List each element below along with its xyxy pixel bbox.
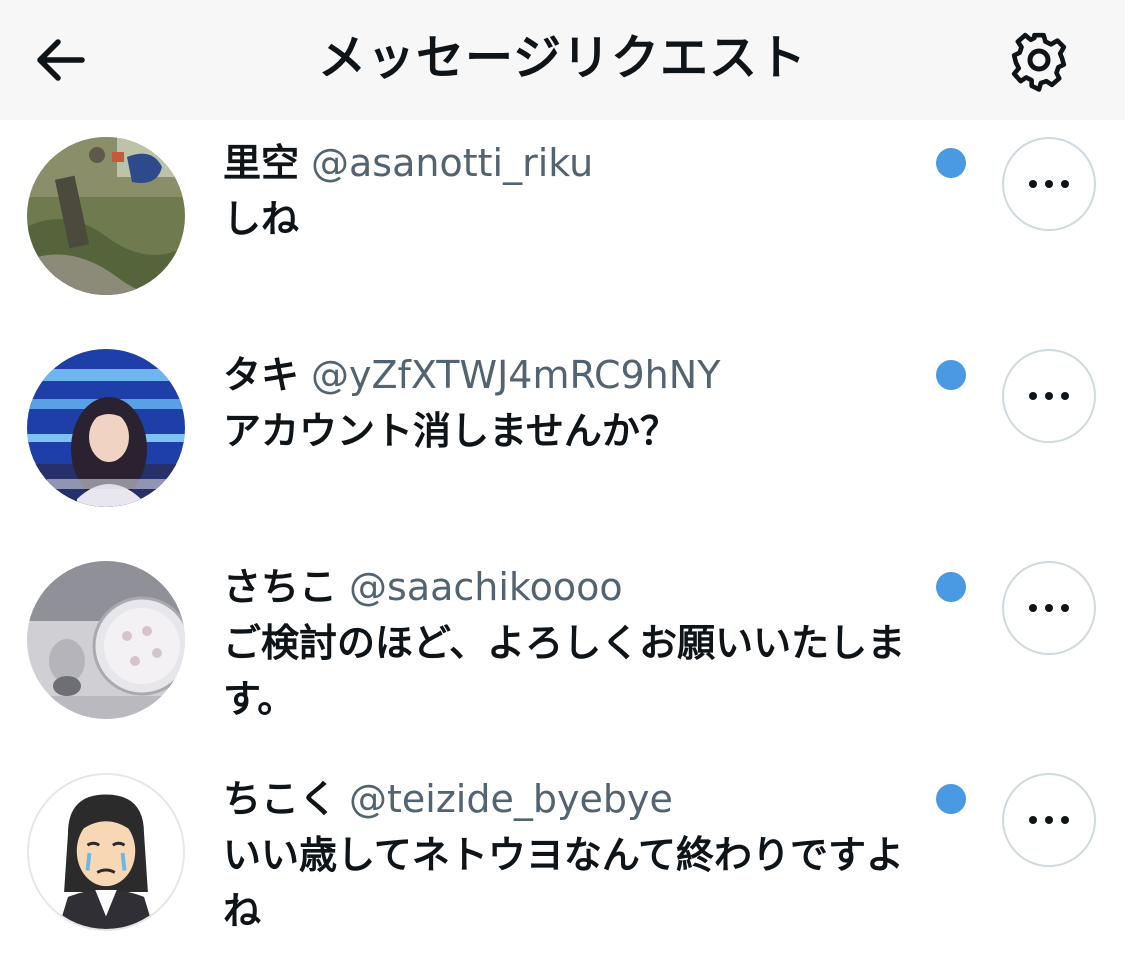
- more-options-button[interactable]: [1002, 773, 1096, 867]
- unread-dot: [936, 360, 966, 390]
- dot-icon: [1045, 816, 1053, 824]
- dot-icon: [1061, 816, 1069, 824]
- avatar[interactable]: [27, 773, 185, 931]
- avatar[interactable]: [27, 561, 185, 719]
- unread-dot: [936, 784, 966, 814]
- dot-icon: [1029, 816, 1037, 824]
- sender-line: 里空 @asanotti_riku: [223, 138, 593, 188]
- more-options-button[interactable]: [1002, 561, 1096, 655]
- dot-icon: [1061, 180, 1069, 188]
- message-preview: ご検討のほど、よろしくお願いいたします。: [223, 621, 906, 721]
- message-preview: しね: [223, 197, 300, 241]
- dot-icon: [1045, 604, 1053, 612]
- more-options-button[interactable]: [1002, 349, 1096, 443]
- gear-icon[interactable]: [1003, 24, 1075, 96]
- dot-icon: [1029, 180, 1037, 188]
- avatar[interactable]: [27, 349, 185, 507]
- top-bar: メッセージリクエスト: [0, 0, 1125, 120]
- sender-name: ちこく: [223, 777, 338, 821]
- sender-line: タキ @yZfXTWJ4mRC9hNY: [223, 350, 720, 400]
- page-title: メッセージリクエスト: [317, 30, 808, 86]
- sender-name: 里空: [223, 141, 300, 185]
- sender-handle: @asanotti_riku: [311, 141, 594, 185]
- avatar[interactable]: [27, 137, 185, 295]
- message-preview: アカウント消しませんか？: [223, 409, 678, 453]
- unread-dot: [936, 572, 966, 602]
- sender-name: さちこ: [223, 565, 338, 609]
- dot-icon: [1061, 604, 1069, 612]
- more-options-button[interactable]: [1002, 137, 1096, 231]
- dot-icon: [1061, 392, 1069, 400]
- sender-line: さちこ @saachikoooo: [223, 562, 623, 612]
- message-preview: いい歳してネトウヨなんて終わりですよね: [223, 833, 904, 933]
- sender-line: ちこく @teizide_byebye: [223, 774, 673, 824]
- dot-icon: [1029, 604, 1037, 612]
- dot-icon: [1029, 392, 1037, 400]
- dot-icon: [1045, 180, 1053, 188]
- sender-handle: @saachikoooo: [349, 565, 623, 609]
- unread-dot: [936, 148, 966, 178]
- sender-handle: @teizide_byebye: [349, 777, 673, 821]
- dot-icon: [1045, 392, 1053, 400]
- sender-handle: @yZfXTWJ4mRC9hNY: [311, 353, 721, 397]
- sender-name: タキ: [223, 353, 300, 397]
